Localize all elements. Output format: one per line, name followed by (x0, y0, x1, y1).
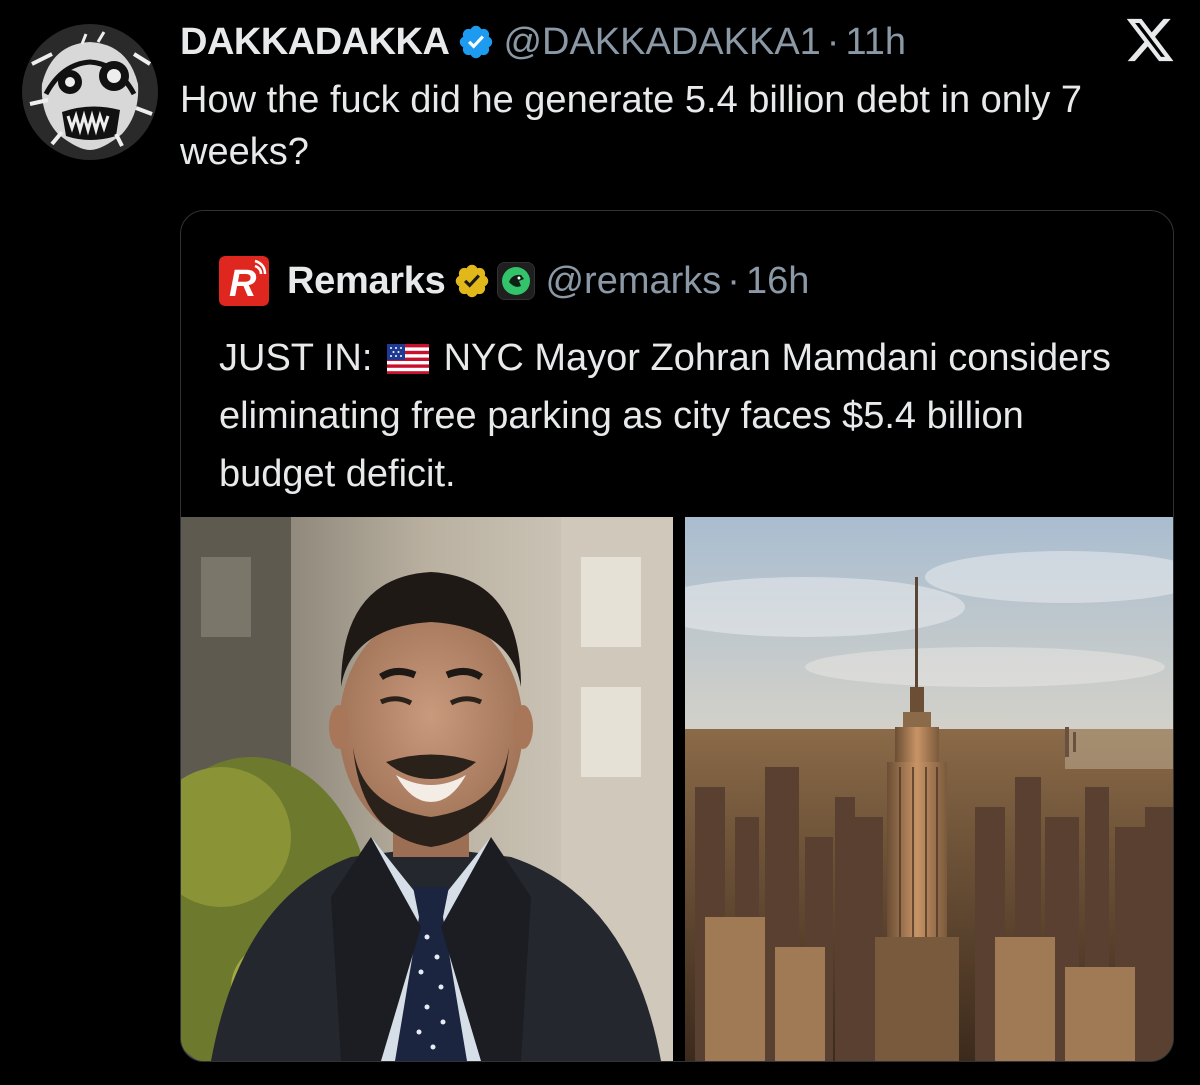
affiliate-badge-icon[interactable] (497, 262, 536, 300)
tweet-text: How the fuck did he generate 5.4 billion… (180, 79, 1083, 173)
svg-text:R: R (229, 263, 257, 305)
author-display-name[interactable]: DAKKADAKKA (180, 21, 450, 64)
verified-badge-icon[interactable] (457, 23, 495, 61)
quoted-author-display-name[interactable]: Remarks (287, 260, 446, 303)
empire-state-skyline-photo (685, 517, 1173, 1061)
quoted-text-prefix: JUST IN: (219, 337, 373, 379)
us-flag-icon (387, 344, 429, 374)
quoted-header-separator: · (727, 259, 740, 302)
remarks-r-logo-icon[interactable]: R (219, 256, 269, 306)
author-handle[interactable]: @DAKKADAKKA1 (503, 21, 820, 64)
skyline-photo[interactable] (685, 517, 1173, 1061)
quoted-tweet[interactable]: R Remarks @remarks · 16h JUST IN: NYC Ma… (180, 210, 1174, 1062)
zombie-face-avatar-icon (22, 24, 158, 160)
x-logo-icon (1126, 18, 1174, 62)
quoted-tweet-text: JUST IN: NYC Mayor Zohran Mamdani consid… (219, 329, 1149, 503)
tweet-card[interactable]: DAKKADAKKA @DAKKADAKKA1 · 11h How the fu… (0, 0, 1200, 1085)
author-avatar[interactable] (22, 24, 158, 160)
quoted-tweet-timestamp[interactable]: 16h (746, 260, 809, 303)
quoted-author-handle[interactable]: @remarks (545, 260, 721, 303)
man-in-suit-photo (181, 517, 673, 1061)
quoted-tweet-header: R Remarks @remarks · 16h (219, 255, 809, 307)
gold-verified-icon[interactable] (453, 262, 491, 300)
tweet-timestamp[interactable]: 11h (845, 21, 906, 64)
tweet-header: DAKKADAKKA @DAKKADAKKA1 · 11h (180, 14, 906, 70)
portrait-photo[interactable] (181, 517, 673, 1061)
header-separator: · (826, 20, 840, 63)
